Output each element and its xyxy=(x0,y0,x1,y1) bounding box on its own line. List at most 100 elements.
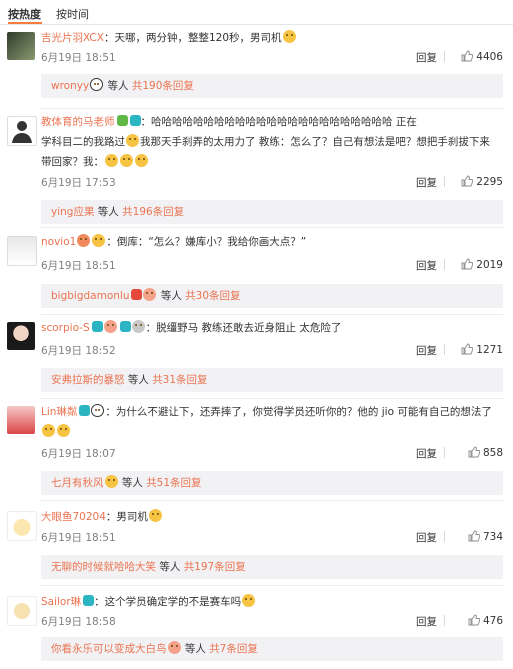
view-replies-link[interactable]: 共31条回复 xyxy=(152,374,207,386)
replies-summary: bigbigdamonlu 等人 共30条回复 xyxy=(41,284,503,308)
comment-username[interactable]: scorpio-S xyxy=(41,322,90,334)
reply-button[interactable]: 回复 xyxy=(416,50,437,65)
avatar[interactable] xyxy=(7,236,37,266)
emoji-icon xyxy=(120,154,133,167)
comment-body: 吉光片羽XCX：天哪，两分钟，整整120秒，男司机 xyxy=(41,28,499,48)
tabs-divider xyxy=(0,24,513,25)
comment-text: ：为什么不避让下，还弄摔了，你觉得学员还听你的？他的 jio 可能有自己的想法了 xyxy=(105,406,492,418)
emoji-icon xyxy=(242,594,256,607)
comment-date: 6月19日 18:07 xyxy=(41,448,116,460)
star-badge-icon xyxy=(131,289,143,300)
thumbs-up-icon xyxy=(461,50,474,62)
emoji-icon xyxy=(143,288,157,301)
reply-mid-text: 等人 xyxy=(156,561,184,573)
like-button[interactable]: 734 xyxy=(468,530,503,543)
vip-badge-icon xyxy=(119,321,131,332)
panda-emoji-icon xyxy=(90,78,104,91)
emoji-icon xyxy=(126,134,139,147)
emoji-icon xyxy=(57,424,70,437)
reply-mid-text: 等人 xyxy=(181,643,210,655)
emoji-icon xyxy=(167,641,181,654)
thumbs-up-icon xyxy=(468,614,480,626)
reply-username[interactable]: wronyy xyxy=(51,80,89,92)
reply-button[interactable]: 回复 xyxy=(416,258,437,273)
comment-body: Lin琳粼 ：为什么不避让下，还弄摔了，你觉得学员还听你的？他的 jio 可能有自… xyxy=(41,402,499,442)
reply-button[interactable]: 回复 xyxy=(416,446,437,461)
like-count: 2019 xyxy=(476,259,503,271)
reply-button[interactable]: 回复 xyxy=(416,343,437,358)
like-count: 734 xyxy=(482,531,503,543)
like-button[interactable]: 476 xyxy=(468,614,503,627)
view-replies-link[interactable]: 共51条回复 xyxy=(146,477,201,489)
comment-date: 6月19日 18:58 xyxy=(41,616,116,628)
emoji-icon xyxy=(92,234,106,247)
comment-username[interactable]: Sailor琳 xyxy=(41,596,81,608)
sunglasses-emoji-icon xyxy=(104,475,118,488)
avatar[interactable] xyxy=(7,511,37,541)
like-count: 2295 xyxy=(476,176,503,188)
reply-button[interactable]: 回复 xyxy=(416,175,437,190)
meta-separator xyxy=(444,176,445,187)
thumbs-up-icon xyxy=(461,258,474,270)
view-replies-link[interactable]: 共7条回复 xyxy=(209,643,258,655)
thumbs-up-icon xyxy=(468,446,480,458)
comment-username[interactable]: 大眼鱼70204 xyxy=(41,511,106,523)
comment-body: scorpio-S ：脱缰野马 教练还敢去近身阻止 太危险了 xyxy=(41,318,499,338)
replies-summary: ying应果 等人 共196条回复 xyxy=(41,200,503,224)
replies-summary: 无聊的时候就哈哈大笑 等人 共197条回复 xyxy=(41,555,503,579)
comment-date: 6月19日 18:51 xyxy=(41,260,116,272)
avatar[interactable] xyxy=(7,406,35,434)
comment-date: 6月19日 18:51 xyxy=(41,52,116,64)
comment-divider xyxy=(41,314,503,315)
comment-divider xyxy=(41,585,503,586)
avatar[interactable] xyxy=(7,596,37,626)
view-replies-link[interactable]: 共30条回复 xyxy=(185,290,240,302)
replies-summary: 你看永乐可以变成大白鸟 等人 共7条回复 xyxy=(41,637,503,661)
reply-button[interactable]: 回复 xyxy=(416,530,437,545)
vip-badge-icon xyxy=(79,405,91,416)
reply-username[interactable]: 安弗拉斯的暴怒 xyxy=(51,374,125,386)
reply-username[interactable]: 七月有秋风 xyxy=(51,477,104,489)
vip-badge-icon xyxy=(83,595,95,606)
thumbs-up-icon xyxy=(468,530,480,542)
view-replies-link[interactable]: 共190条回复 xyxy=(132,80,194,92)
comment-meta: 6月19日 18:51 回复 4406 xyxy=(41,50,503,66)
avatar[interactable] xyxy=(7,116,37,146)
tab-by-time[interactable]: 按时间 xyxy=(56,6,89,22)
comment-text: 我那天手刹弄的太用力了 教练：怎么了？自己有想法是吧？想把手刹拔下来 xyxy=(140,136,490,148)
like-button[interactable]: 2295 xyxy=(461,175,503,188)
comment-username[interactable]: Lin琳粼 xyxy=(41,406,77,418)
avatar[interactable] xyxy=(7,322,35,350)
meta-separator xyxy=(444,259,445,270)
reply-username[interactable]: bigbigdamonlu xyxy=(51,290,129,302)
comment-username[interactable]: novio1 xyxy=(41,236,76,248)
reply-username[interactable]: 你看永乐可以变成大白鸟 xyxy=(51,643,167,655)
view-replies-link[interactable]: 共196条回复 xyxy=(122,206,184,218)
reply-button[interactable]: 回复 xyxy=(416,614,437,629)
meta-separator xyxy=(444,51,445,62)
reply-mid-text: 等人 xyxy=(104,80,132,92)
emoji-icon xyxy=(135,154,148,167)
view-replies-link[interactable]: 共197条回复 xyxy=(184,561,246,573)
like-button[interactable]: 4406 xyxy=(461,50,503,63)
comment-text: ：脱缰野马 教练还敢去近身阻止 太危险了 xyxy=(145,322,342,334)
tab-by-heat[interactable]: 按热度 xyxy=(8,6,41,22)
comment-text: ：天哪，两分钟，整整120秒，男司机 xyxy=(103,32,282,44)
comment-text: ：倒库：“怎么？嫌库小？我给你画大点？” xyxy=(106,236,307,248)
reply-username[interactable]: ying应果 xyxy=(51,206,94,218)
comment-username[interactable]: 教体育的马老师 xyxy=(41,116,115,128)
avatar[interactable] xyxy=(7,32,35,60)
comment-divider xyxy=(41,500,503,501)
like-button[interactable]: 2019 xyxy=(461,258,503,271)
like-count: 1271 xyxy=(476,344,503,356)
comment-date: 6月19日 18:52 xyxy=(41,345,116,357)
comment-text: ：这个学员确定学的不是赛车吗 xyxy=(94,596,242,608)
comment-username[interactable]: 吉光片羽XCX xyxy=(41,32,104,44)
comment-meta: 6月19日 18:07 回复 858 xyxy=(41,446,503,462)
like-button[interactable]: 1271 xyxy=(461,343,503,356)
reply-username[interactable]: 无聊的时候就哈哈大笑 xyxy=(51,561,156,573)
like-count: 858 xyxy=(482,447,503,459)
comment-date: 6月19日 18:51 xyxy=(41,532,116,544)
like-button[interactable]: 858 xyxy=(468,446,503,459)
reply-mid-text: 等人 xyxy=(124,374,153,386)
